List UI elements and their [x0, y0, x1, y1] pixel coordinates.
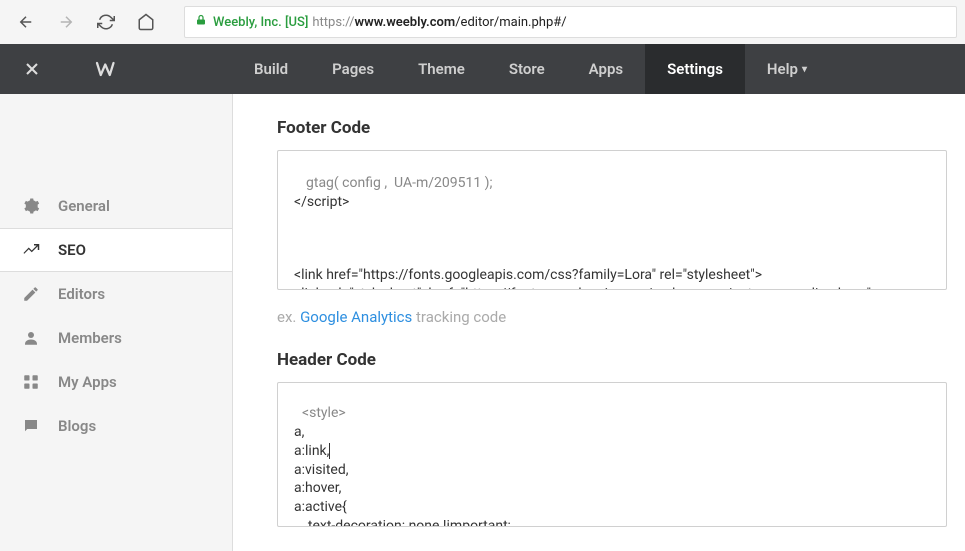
header-top: <style> — [302, 404, 930, 423]
header-code-title: Header Code — [277, 350, 965, 370]
close-editor-button[interactable] — [14, 51, 50, 87]
url-path: /editor/main.php#/ — [455, 15, 566, 30]
footer-hint: ex. Google Analytics tracking code — [277, 308, 965, 326]
settings-sidebar: General SEO Editors Members My Apps Blog… — [0, 94, 233, 551]
hint-prefix: ex. — [277, 308, 300, 326]
footer-code-title: Footer Code — [277, 118, 965, 138]
footer-line-2: </script​> — [294, 193, 930, 212]
sidebar-item-blogs[interactable]: Blogs — [0, 404, 232, 448]
forward-button[interactable] — [48, 4, 84, 40]
nav-theme[interactable]: Theme — [396, 44, 487, 94]
arrow-right-icon — [57, 13, 75, 31]
person-icon — [22, 329, 40, 347]
sidebar-label-seo: SEO — [58, 241, 86, 259]
nav-apps[interactable]: Apps — [567, 44, 645, 94]
nav-help[interactable]: Help ▾ — [745, 44, 829, 94]
footer-line-4: <link rel="stylesheet" href="https://fon… — [294, 285, 930, 290]
hint-suffix: tracking code — [412, 308, 506, 326]
url-proto: https:// — [312, 15, 354, 30]
sidebar-item-myapps[interactable]: My Apps — [0, 360, 232, 404]
refresh-button[interactable] — [88, 4, 124, 40]
settings-content: Footer Code gtag( config , UA-m/209511 )… — [233, 94, 965, 551]
url-domain: www.weebly.com — [355, 15, 456, 30]
nav-pages[interactable]: Pages — [310, 44, 396, 94]
header-line-1: a, — [294, 423, 930, 442]
footer-code-textarea[interactable]: gtag( config , UA-m/209511 );</script​> <… — [277, 150, 947, 290]
chat-icon — [22, 417, 40, 435]
home-button[interactable] — [128, 4, 164, 40]
nav-help-label: Help — [767, 60, 798, 78]
header-line-3: a:visited, — [294, 461, 930, 480]
sidebar-label-blogs: Blogs — [58, 417, 96, 435]
browser-toolbar: Weebly, Inc. [US] https:// www.weebly.co… — [0, 0, 965, 44]
weebly-logo[interactable] — [94, 58, 124, 80]
sidebar-item-seo[interactable]: SEO — [0, 228, 232, 272]
sidebar-label-general: General — [58, 197, 110, 215]
lock-icon — [195, 13, 207, 31]
refresh-icon — [97, 13, 115, 31]
nav-store[interactable]: Store — [487, 44, 567, 94]
sidebar-item-general[interactable]: General — [0, 184, 232, 228]
back-button[interactable] — [8, 4, 44, 40]
sidebar-item-members[interactable]: Members — [0, 316, 232, 360]
nav-build[interactable]: Build — [232, 44, 310, 94]
pencil-icon — [22, 285, 40, 303]
gear-icon — [22, 197, 40, 215]
header-line-2: a:link, — [294, 442, 930, 461]
sidebar-label-myapps: My Apps — [58, 373, 117, 391]
google-analytics-link[interactable]: Google Analytics — [300, 308, 412, 326]
header-line-5: a:active{ — [294, 498, 930, 517]
sidebar-label-editors: Editors — [58, 285, 105, 303]
home-icon — [137, 13, 155, 31]
arrow-left-icon — [17, 13, 35, 31]
url-org: Weebly, Inc. [US] — [213, 15, 308, 30]
footer-line-1: gtag( config , UA-m/209511 ); — [306, 174, 930, 193]
logo-icon — [94, 58, 124, 80]
header-line-6: text-decoration: none !important; — [294, 517, 930, 527]
main-area: General SEO Editors Members My Apps Blog… — [0, 94, 965, 551]
header-line-4: a:hover, — [294, 479, 930, 498]
trending-icon — [22, 241, 40, 259]
top-nav: Build Pages Theme Store Apps Settings He… — [0, 44, 965, 94]
sidebar-label-members: Members — [58, 329, 122, 347]
footer-line-3: <link href="https://fonts.googleapis.com… — [294, 266, 930, 285]
close-icon — [22, 59, 42, 79]
url-bar[interactable]: Weebly, Inc. [US] https:// www.weebly.co… — [184, 6, 957, 38]
grid-icon — [22, 373, 40, 391]
chevron-down-icon: ▾ — [802, 64, 807, 75]
header-code-textarea[interactable]: <style>a,a:link,a:visited,a:hover,a:acti… — [277, 382, 947, 527]
sidebar-item-editors[interactable]: Editors — [0, 272, 232, 316]
nav-settings[interactable]: Settings — [645, 44, 745, 94]
